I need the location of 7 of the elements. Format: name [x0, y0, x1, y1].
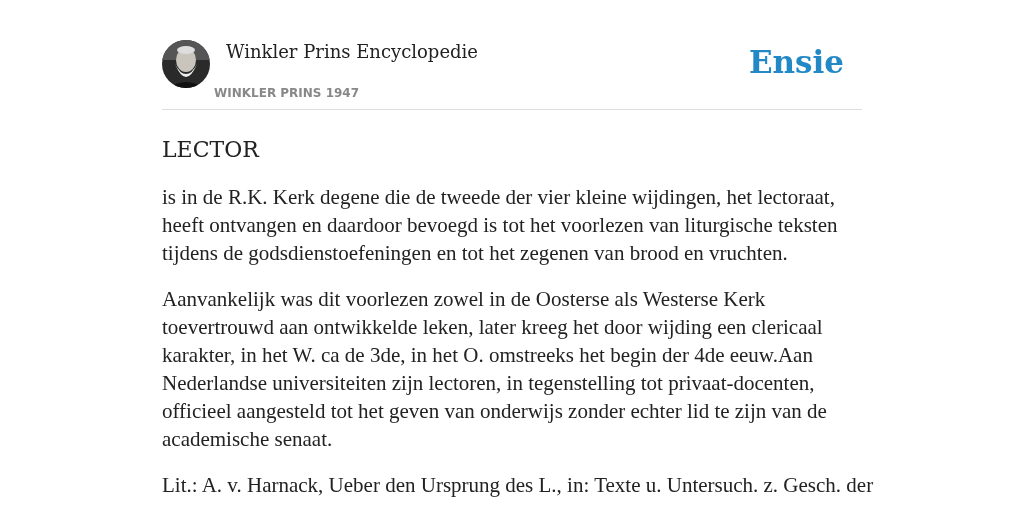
edition-label: WINKLER PRINS 1947: [214, 85, 361, 102]
site-title[interactable]: Winkler Prins Encyclopedie: [226, 40, 478, 64]
paragraph: is in de R.K. Kerk degene die de tweede der vier kleine wijdingen, het lectoraat, heeft ontvangen en daardoor bevoegd is tot het voorlezen van liturgische teksten tijdens de godsdienstoefeningen en tot het zegenen van brood en vruchten.: [162, 184, 839, 267]
article-heading: LECTOR: [162, 136, 261, 164]
paragraph: Lit.: A. v. Harnack, Ueber den Ursprung des L., in: Texte u. Untersuch. z. Gesch. der: [162, 472, 874, 499]
paragraph: Aanvankelijk was dit voorlezen zowel in de Oosterse als Westerse Kerk toevertrouwd aan ontwikkelde leken, later kreeg het door wijding een clericaal karakter, in het W. ca de 3de, in het O. omstreeks het begin der 4de eeuw.Aan Nederlandse universiteiten zijn lectoren, in tegenstelling tot privaat-docenten, officieel aangesteld tot het geven van onderwijs zonder echter lid te zijn van de academische senaat.: [162, 286, 828, 453]
logo[interactable]: Ensie: [748, 42, 844, 109]
